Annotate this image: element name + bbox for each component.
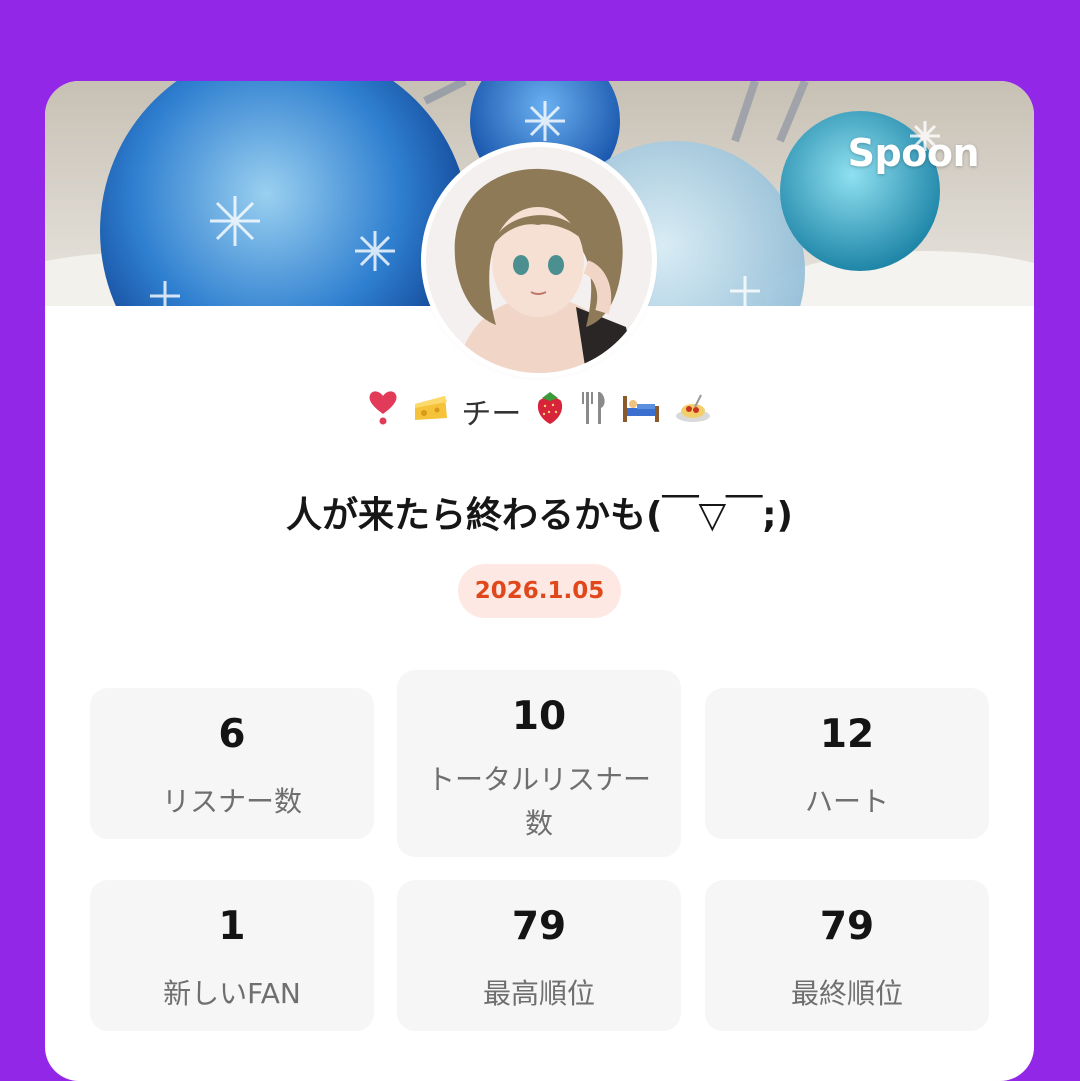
bed-icon <box>621 390 661 432</box>
spoon-logo: Spoon <box>847 131 980 175</box>
stat-label: 新しいFAN <box>163 977 301 1010</box>
stat-value: 6 <box>218 712 246 757</box>
fork-knife-icon <box>579 388 609 434</box>
date-badge: 2026.1.05 <box>458 564 621 618</box>
stat-value: 10 <box>511 694 567 739</box>
heart-exclamation-icon <box>366 388 400 434</box>
stat-label-line1: トータルリスナー <box>426 763 651 796</box>
stat-final-rank: 79 最終順位 <box>705 880 989 1031</box>
stat-value: 79 <box>511 904 567 949</box>
bio-emoji-line: チー <box>45 388 1034 434</box>
bio-text: チー <box>461 397 522 432</box>
profile-card: Spoon チー 人が来たら終わるかも(￣▽￣;) 2026.1.05 6 リス… <box>45 81 1034 1081</box>
stat-listeners: 6 リスナー数 <box>90 688 374 839</box>
stat-value: 79 <box>819 904 875 949</box>
stat-label-line2: 数 <box>524 807 553 840</box>
stat-label: 最高順位 <box>482 977 595 1010</box>
stat-highest-rank: 79 最高順位 <box>397 880 681 1031</box>
stat-hearts: 12 ハート <box>705 688 989 839</box>
stat-total-listeners: 10 トータルリスナー 数 <box>397 670 681 857</box>
strawberry-icon <box>533 388 567 434</box>
live-title: 人が来たら終わるかも(￣▽￣;) <box>286 495 793 536</box>
stat-value: 12 <box>819 712 875 757</box>
stat-label: ハート <box>804 785 889 818</box>
stat-new-fans: 1 新しいFAN <box>90 880 374 1031</box>
stat-value: 1 <box>218 904 246 949</box>
avatar[interactable] <box>426 147 652 373</box>
stat-label: 最終順位 <box>790 977 903 1010</box>
stat-label: リスナー数 <box>161 785 302 818</box>
cheese-icon <box>412 390 450 432</box>
spaghetti-icon <box>673 389 713 433</box>
